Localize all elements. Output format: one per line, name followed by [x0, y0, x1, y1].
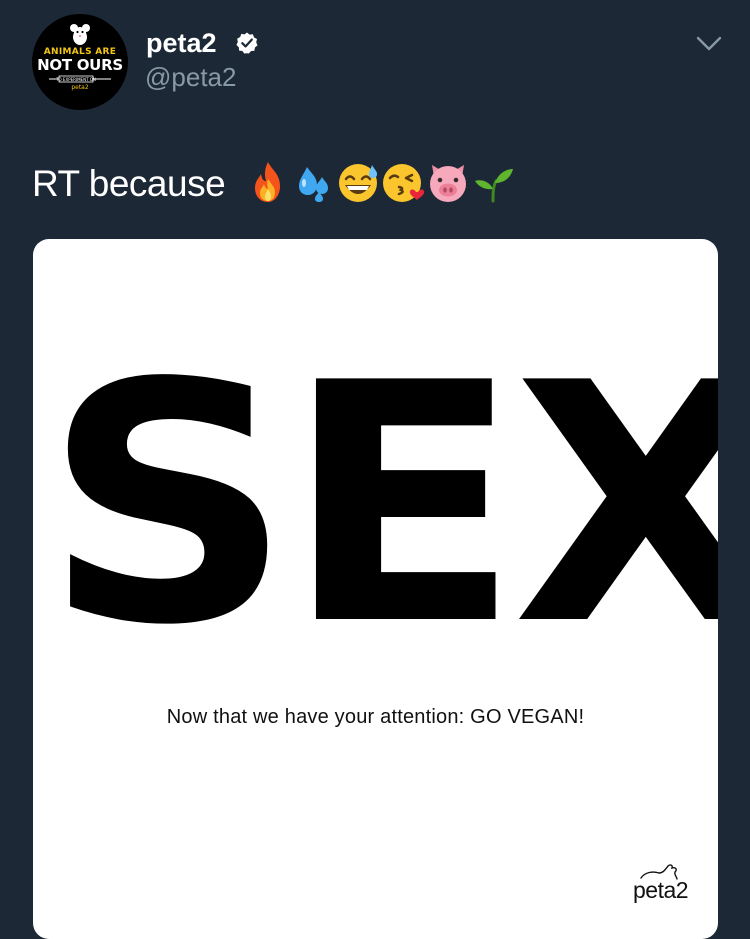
avatar-brand: peta2	[71, 84, 89, 91]
card-caption: Now that we have your attention: GO VEGA…	[166, 706, 585, 728]
avatar-line2: NOT OURS	[37, 56, 123, 74]
card-headline: SEX	[43, 313, 718, 697]
user-handle[interactable]: @peta2	[145, 62, 236, 92]
emoji-row	[246, 159, 515, 205]
peta2-logo: peta2	[631, 861, 707, 911]
avatar[interactable]: ANIMALS ARE NOT OURS TO EXPERIMENT ON pe…	[32, 14, 128, 110]
logo-text: peta2	[633, 877, 689, 903]
verified-badge-icon	[236, 32, 258, 54]
syringe-icon: TO EXPERIMENT ON	[49, 75, 111, 83]
chevron-down-icon[interactable]	[696, 36, 722, 52]
avatar-line3: TO EXPERIMENT ON	[55, 77, 96, 82]
sweat-droplets-icon	[299, 167, 328, 202]
kissing-heart-icon	[383, 164, 425, 202]
tweet-text: RT because	[32, 163, 226, 204]
display-name[interactable]: peta2	[146, 28, 217, 58]
pig-icon	[430, 165, 466, 202]
seedling-icon	[475, 169, 513, 203]
rat-icon	[70, 24, 90, 45]
fire-icon	[255, 162, 280, 202]
media-card[interactable]: SEX Now that we have your attention: GO …	[33, 239, 718, 939]
grinning-sweat-icon	[339, 164, 377, 202]
